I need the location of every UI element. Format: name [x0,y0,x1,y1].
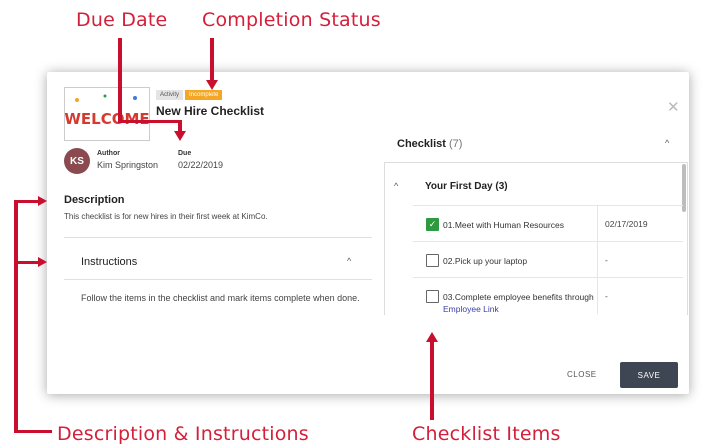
annotation-line [14,430,52,433]
activity-title: New Hire Checklist [156,104,265,118]
annotation-description-instructions: Description & Instructions [57,423,309,445]
checklist-item-date: - [605,291,608,301]
arrow-up-icon [426,332,438,342]
checklist-item-date: - [605,255,608,265]
checkbox[interactable] [426,254,439,267]
divider [597,278,598,314]
annotation-line [14,200,18,432]
divider [64,279,372,280]
annotation-line [14,200,40,203]
checklist-item-text: 03.Complete employee benefits through [443,292,594,302]
thumbnail-text: WELCOME [65,110,149,128]
welcome-thumbnail: WELCOME [64,87,150,141]
status-badge: Incomplete [185,90,223,100]
checklist-item: 03.Complete employee benefits through Em… [413,277,683,314]
arrow-right-icon [38,257,47,267]
annotation-completion-status: Completion Status [202,9,381,31]
arrow-down-icon [206,80,218,90]
chevron-up-icon[interactable]: ^ [665,138,669,148]
instructions-heading[interactable]: Instructions [81,256,137,268]
annotation-checklist-items: Checklist Items [412,423,561,445]
checklist-item-label: 01.Meet with Human Resources [443,220,564,230]
activity-type-badge: Activity [156,90,184,100]
checklist-section-title[interactable]: Your First Day (3) [425,181,508,192]
save-button[interactable]: SAVE [620,362,678,388]
checklist-item-label: 02.Pick up your laptop [443,256,528,266]
divider [597,242,598,278]
checklist-item-date: 02/17/2019 [605,219,648,229]
checklist-item: ✓ 01.Meet with Human Resources 02/17/201… [413,205,683,242]
checklist-item-label: 03.Complete employee benefits through Em… [443,291,613,315]
annotation-line [118,38,122,122]
arrow-down-icon [174,131,186,141]
arrow-right-icon [38,196,47,206]
author-name: Kim Springston [97,160,159,170]
checkbox[interactable] [426,290,439,303]
close-icon[interactable]: ✕ [667,98,680,116]
annotation-line [210,38,214,82]
checklist-heading-label: Checklist [397,138,446,150]
checklist-count: (7) [448,138,463,150]
annotation-due-date: Due Date [76,9,168,31]
author-label: Author [97,150,120,157]
employee-link[interactable]: Employee Link [443,304,499,314]
annotation-line [430,342,434,420]
checklist-panel: ^ Your First Day (3) ✓ 01.Meet with Huma… [384,162,688,315]
chevron-up-icon[interactable]: ^ [347,256,351,266]
description-text: This checklist is for new hires in their… [64,212,268,221]
checkbox-checked[interactable]: ✓ [426,218,439,231]
close-button[interactable]: CLOSE [567,370,597,379]
due-date: 02/22/2019 [178,160,224,170]
annotation-line [118,120,180,123]
checklist-item: 02.Pick up your laptop - [413,241,683,278]
avatar: KS [64,148,90,174]
checklist-heading: Checklist (7) [397,138,462,150]
annotation-line [14,261,40,264]
divider [597,206,598,242]
divider [64,237,372,238]
chevron-up-icon[interactable]: ^ [394,181,398,191]
due-label: Due [178,150,192,157]
instructions-text: Follow the items in the checklist and ma… [81,293,360,303]
description-heading: Description [64,194,125,206]
